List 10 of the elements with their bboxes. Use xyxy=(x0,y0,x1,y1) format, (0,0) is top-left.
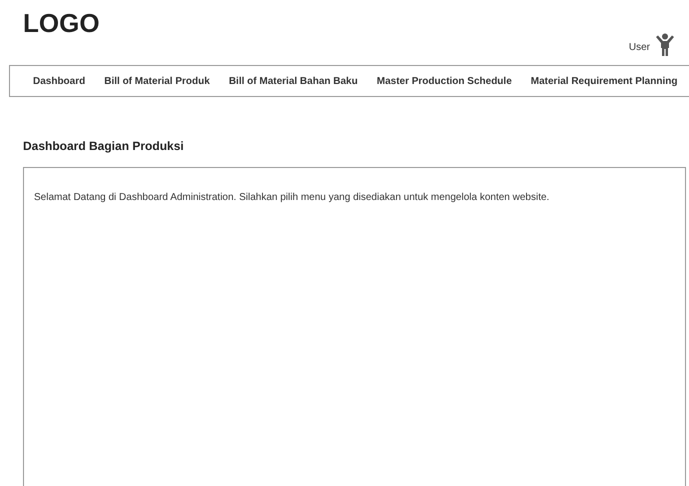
logo-text: LOGO xyxy=(23,8,100,38)
nav-link[interactable]: Material Requirement Planning xyxy=(530,76,678,86)
welcome-message: Selamat Datang di Dashboard Administration. Silahkan pilih menu yang disediakan untuk mengelola konten website. xyxy=(34,192,550,203)
nav-link[interactable]: Bill of Material Produk xyxy=(104,76,210,86)
nav-link[interactable]: Dashboard xyxy=(33,76,86,86)
user-icon[interactable] xyxy=(655,33,675,57)
page-title: Dashboard Bagian Produksi xyxy=(23,138,185,154)
user-label: User xyxy=(628,42,650,53)
nav-link[interactable]: Bill of Material Bahan Baku xyxy=(228,76,358,86)
nav-link[interactable]: Master Production Schedule xyxy=(376,76,512,86)
